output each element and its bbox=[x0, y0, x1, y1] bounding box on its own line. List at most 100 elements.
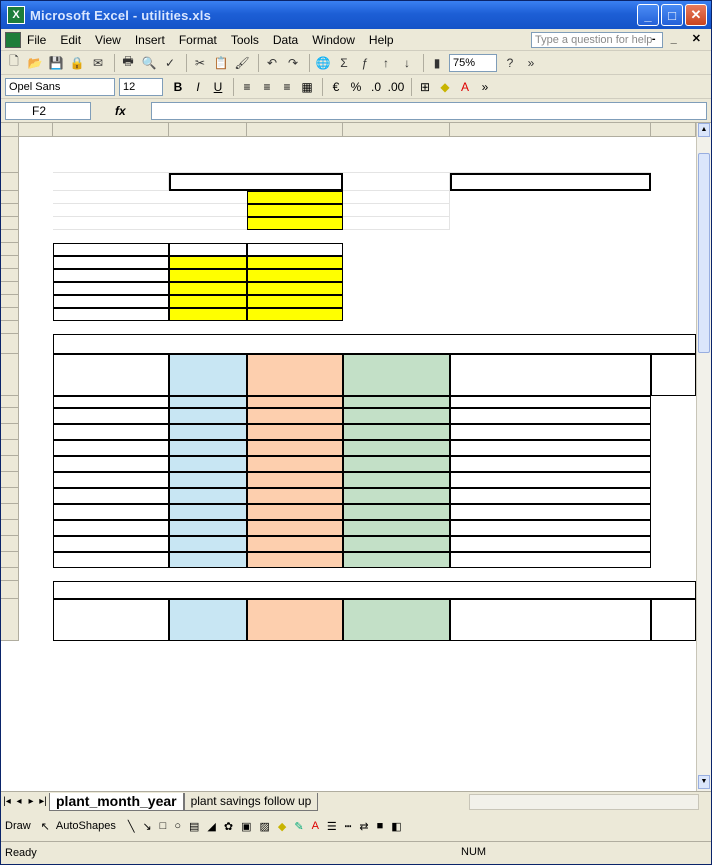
prod-consumption-cell[interactable] bbox=[247, 520, 343, 536]
electricity-unit-label[interactable] bbox=[53, 488, 169, 504]
menu-help[interactable]: Help bbox=[369, 33, 394, 47]
row-header-2[interactable] bbox=[1, 173, 19, 191]
next-sheet-icon[interactable]: ▸ bbox=[25, 796, 37, 807]
menu-data[interactable]: Data bbox=[273, 33, 298, 47]
currency-icon[interactable]: € bbox=[327, 78, 345, 96]
heat-header-resp[interactable] bbox=[651, 599, 696, 641]
nonprod-consumption-cell[interactable] bbox=[343, 520, 450, 536]
vertical-scrollbar[interactable]: ▲ ▼ bbox=[696, 123, 711, 791]
select-all-corner[interactable] bbox=[1, 123, 19, 137]
heat-header-comment[interactable] bbox=[450, 599, 651, 641]
comment-cell[interactable] bbox=[450, 488, 651, 504]
info-input[interactable] bbox=[247, 217, 343, 230]
comment-cell[interactable] bbox=[450, 424, 651, 440]
row-header-14[interactable] bbox=[1, 334, 19, 354]
nonprod-consumption-cell[interactable] bbox=[343, 424, 450, 440]
autoshapes-menu[interactable]: AutoShapes bbox=[56, 820, 116, 832]
prod-unit-label[interactable] bbox=[53, 308, 169, 321]
row-header-10[interactable] bbox=[1, 282, 19, 295]
production-days-input[interactable] bbox=[247, 269, 343, 282]
row-header-8[interactable] bbox=[1, 256, 19, 269]
menu-file[interactable]: File bbox=[27, 33, 46, 47]
merge-center-icon[interactable]: ▦ bbox=[298, 78, 316, 96]
prod-consumption-cell[interactable] bbox=[247, 440, 343, 456]
electricity-unit-label[interactable] bbox=[53, 424, 169, 440]
first-sheet-icon[interactable]: |◂ bbox=[1, 796, 13, 807]
row-header-25[interactable] bbox=[1, 536, 19, 552]
column-header-a[interactable] bbox=[19, 123, 53, 137]
comment-cell[interactable] bbox=[450, 536, 651, 552]
production-days-input[interactable] bbox=[247, 256, 343, 269]
shadow-icon[interactable]: ■ bbox=[377, 820, 384, 832]
minimize-button[interactable]: _ bbox=[637, 4, 659, 26]
row-header-4[interactable] bbox=[1, 204, 19, 217]
wordart-icon[interactable]: ◢ bbox=[207, 820, 215, 833]
info-unit[interactable] bbox=[343, 217, 450, 230]
doc-window-controls[interactable]: - _ ✕ bbox=[652, 32, 707, 45]
row-header-19[interactable] bbox=[1, 440, 19, 456]
zoom-select[interactable]: 75% bbox=[449, 53, 497, 72]
electricity-unit-label[interactable] bbox=[53, 472, 169, 488]
electricity-header-monthly[interactable] bbox=[169, 354, 247, 396]
column-header-f[interactable] bbox=[450, 123, 651, 137]
formula-input[interactable] bbox=[151, 102, 707, 120]
prod-unit-label[interactable] bbox=[53, 269, 169, 282]
heat-header-monthly[interactable] bbox=[169, 599, 247, 641]
oval-icon[interactable]: ○ bbox=[174, 820, 181, 832]
prod-consumption-cell[interactable] bbox=[247, 536, 343, 552]
row-header-16[interactable] bbox=[1, 396, 19, 408]
heat-header-during-nonprod[interactable] bbox=[343, 599, 450, 641]
close-button[interactable]: ✕ bbox=[685, 4, 707, 26]
prod-consumption-cell[interactable] bbox=[247, 456, 343, 472]
prod-unit-label[interactable] bbox=[53, 282, 169, 295]
paste-icon[interactable]: 📋 bbox=[212, 54, 230, 72]
toolbar-options-icon[interactable]: » bbox=[476, 78, 494, 96]
font-name-select[interactable]: Opel Sans bbox=[5, 77, 115, 96]
production-input[interactable] bbox=[169, 269, 247, 282]
electricity-unit-label[interactable] bbox=[53, 536, 169, 552]
prod-unit-label[interactable] bbox=[53, 256, 169, 269]
rectangle-icon[interactable]: □ bbox=[160, 820, 167, 832]
row-header-1[interactable] bbox=[1, 137, 19, 173]
print-preview-icon[interactable]: 🔍 bbox=[140, 54, 158, 72]
nonprod-consumption-cell[interactable] bbox=[343, 552, 450, 568]
picture-icon[interactable]: ▨ bbox=[259, 820, 269, 833]
select-objects-icon[interactable]: ↖ bbox=[41, 820, 50, 833]
comment-unit-cell[interactable] bbox=[450, 396, 651, 408]
electricity-unit-label[interactable] bbox=[53, 552, 169, 568]
production-input[interactable] bbox=[169, 282, 247, 295]
monthly-consumption-cell[interactable] bbox=[169, 424, 247, 440]
row-header-17[interactable] bbox=[1, 408, 19, 424]
nonprod-consumption-cell[interactable] bbox=[343, 488, 450, 504]
production-days-header[interactable] bbox=[247, 243, 343, 256]
row-header-26[interactable] bbox=[1, 552, 19, 568]
fill-color-icon[interactable]: ◆ bbox=[278, 820, 286, 833]
new-icon[interactable]: 🗋 bbox=[5, 54, 23, 72]
menu-view[interactable]: View bbox=[95, 33, 121, 47]
open-icon[interactable]: 📂 bbox=[26, 54, 44, 72]
row-header-7[interactable] bbox=[1, 243, 19, 256]
font-size-select[interactable]: 12 bbox=[119, 77, 163, 96]
row-header-29[interactable] bbox=[1, 599, 19, 641]
site-name-label[interactable] bbox=[53, 173, 169, 191]
nonprod-consumption-cell[interactable] bbox=[343, 408, 450, 424]
maximize-button[interactable]: □ bbox=[661, 4, 683, 26]
production-days-input[interactable] bbox=[247, 308, 343, 321]
menu-window[interactable]: Window bbox=[312, 33, 355, 47]
electricity-header-unit[interactable] bbox=[53, 354, 169, 396]
heat-header-unit[interactable] bbox=[53, 599, 169, 641]
sheet-tab-plant-savings[interactable]: plant savings follow up bbox=[183, 792, 319, 811]
date-label[interactable] bbox=[343, 173, 450, 191]
percent-icon[interactable]: % bbox=[347, 78, 365, 96]
sort-descending-icon[interactable]: ↓ bbox=[398, 54, 416, 72]
align-center-icon[interactable]: ≡ bbox=[258, 78, 276, 96]
borders-icon[interactable]: ⊞ bbox=[416, 78, 434, 96]
prod-consumption-cell[interactable] bbox=[247, 504, 343, 520]
monthly-consumption-cell[interactable] bbox=[169, 440, 247, 456]
comment-cell[interactable] bbox=[450, 520, 651, 536]
prod-consumption-cell[interactable] bbox=[247, 488, 343, 504]
electricity-header-comment[interactable] bbox=[450, 354, 651, 396]
monthly-consumption-cell[interactable] bbox=[169, 472, 247, 488]
textbox-icon[interactable]: ▤ bbox=[189, 820, 199, 833]
horizontal-scrollbar[interactable] bbox=[469, 793, 699, 810]
